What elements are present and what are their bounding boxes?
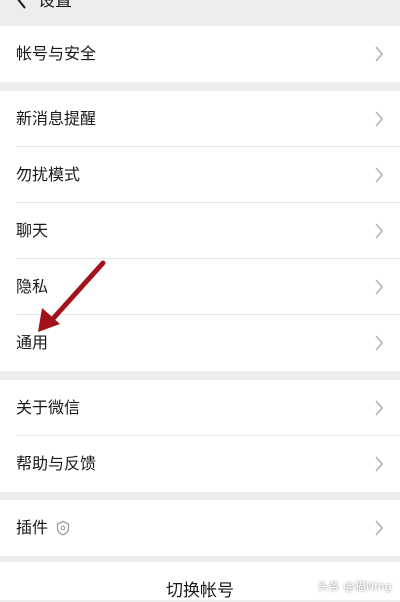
chevron-right-icon: [375, 520, 384, 536]
settings-item-privacy[interactable]: 隐私: [0, 259, 400, 315]
nav-bar: 设置: [0, 0, 400, 14]
chevron-right-icon: [375, 111, 384, 127]
settings-item-label: 通用: [16, 333, 49, 352]
chevron-right-icon: [375, 400, 384, 416]
notification-group: 新消息提醒 勿扰模式 聊天 隐私 通用: [0, 91, 400, 371]
watermark: 头条 @猫Ning: [317, 580, 392, 593]
back-arrow-icon[interactable]: [12, 0, 32, 12]
settings-item-new-message[interactable]: 新消息提醒: [0, 91, 400, 147]
settings-item-chat[interactable]: 聊天: [0, 203, 400, 259]
settings-item-plugins[interactable]: 插件: [0, 500, 400, 556]
plugins-group: 插件: [0, 500, 400, 556]
settings-item-label: 关于微信: [16, 398, 81, 417]
plugin-shield-icon: [56, 520, 70, 536]
settings-item-label: 勿扰模式: [16, 165, 81, 184]
chevron-right-icon: [375, 279, 384, 295]
settings-item-label: 帐号与安全: [16, 44, 97, 63]
settings-item-help-feedback[interactable]: 帮助与反馈: [0, 436, 400, 492]
page-title: 设置: [38, 0, 72, 11]
chevron-right-icon: [375, 167, 384, 183]
switch-account-button[interactable]: 切换帐号 头条 @猫Ning: [0, 562, 400, 601]
settings-item-label: 新消息提醒: [16, 109, 97, 128]
chevron-right-icon: [375, 335, 384, 351]
chevron-right-icon: [375, 456, 384, 472]
settings-item-label: 插件: [16, 518, 49, 537]
about-group: 关于微信 帮助与反馈: [0, 380, 400, 492]
account-group: 帐号与安全: [0, 26, 400, 82]
chevron-right-icon: [375, 223, 384, 239]
settings-item-about-wechat[interactable]: 关于微信: [0, 380, 400, 436]
settings-item-account-security[interactable]: 帐号与安全: [0, 26, 400, 82]
settings-item-general[interactable]: 通用: [0, 315, 400, 371]
settings-item-label: 聊天: [16, 221, 49, 240]
settings-item-do-not-disturb[interactable]: 勿扰模式: [0, 147, 400, 203]
settings-item-label: 隐私: [16, 277, 49, 296]
chevron-right-icon: [375, 46, 384, 62]
settings-item-label: 帮助与反馈: [16, 454, 97, 473]
